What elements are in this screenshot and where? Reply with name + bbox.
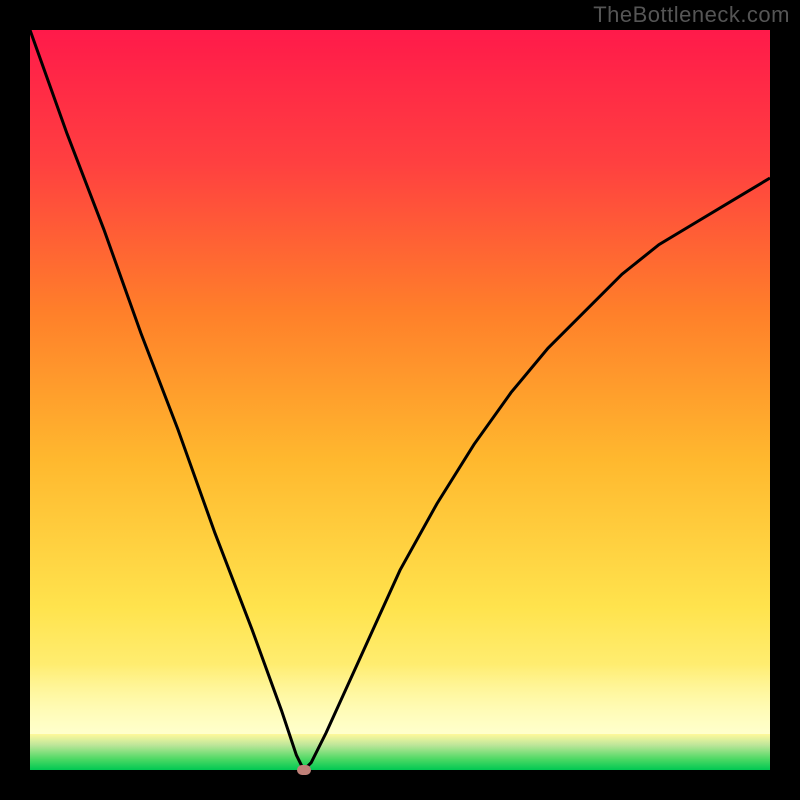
pale-yellow-band — [30, 664, 770, 734]
watermark-text: TheBottleneck.com — [593, 2, 790, 28]
background-gradient — [30, 30, 770, 770]
green-bottom-band — [30, 734, 770, 770]
minimum-marker — [297, 765, 311, 775]
chart-plot-area — [30, 30, 770, 770]
